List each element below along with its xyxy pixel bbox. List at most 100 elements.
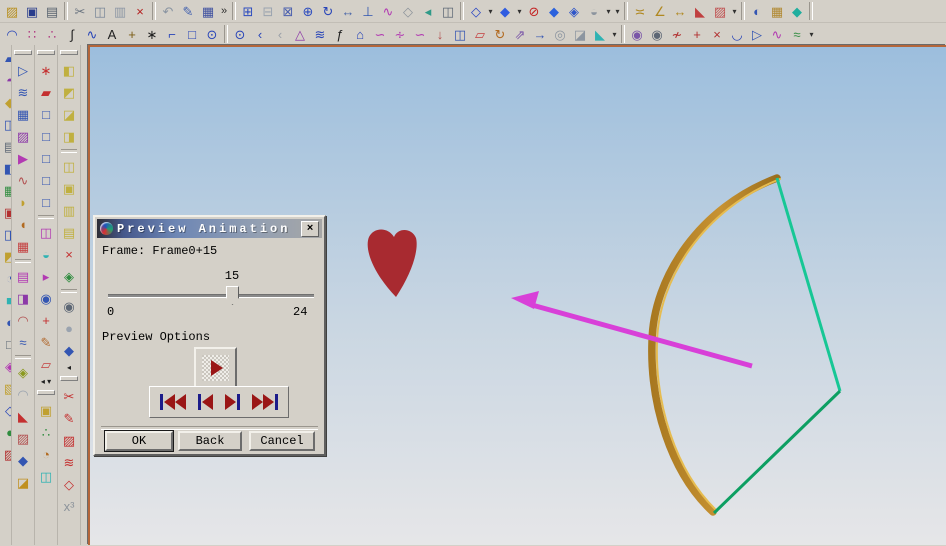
corner-sheet-icon[interactable]: ▷ — [747, 24, 767, 44]
spline-edit-icon[interactable]: ∿ — [767, 24, 787, 44]
dropdown-arrow-icon[interactable]: ▾ — [613, 1, 622, 21]
shaded-display-icon[interactable]: ◆ — [544, 1, 564, 21]
point-pair-icon[interactable]: ∷ — [22, 24, 42, 44]
solid-display-icon[interactable]: ◆ — [495, 1, 515, 21]
save-file-icon[interactable]: ▣ — [22, 1, 42, 21]
dock-mini-arrows[interactable]: ◂ — [67, 361, 71, 373]
red-hatch-icon[interactable]: ▨ — [59, 430, 79, 450]
surf-l-icon[interactable]: ■ — [0, 290, 12, 310]
toolbar-gripper[interactable] — [60, 50, 78, 55]
curve-edit-2-icon[interactable]: ∻ — [390, 24, 410, 44]
box-edit-icon[interactable]: ◧ — [59, 60, 79, 80]
surf-j-icon[interactable]: ◩ — [0, 246, 12, 266]
fold-gold-icon[interactable]: ◪ — [13, 472, 33, 492]
fit-points-icon[interactable]: ∿ — [82, 24, 102, 44]
surf-b-icon[interactable]: ◓ — [0, 70, 12, 90]
no-display-icon[interactable]: ⊘ — [524, 1, 544, 21]
cone-spiral-icon[interactable]: △ — [290, 24, 310, 44]
surf-o-icon[interactable]: ◈ — [0, 356, 12, 376]
dim-linear-icon[interactable]: ≍ — [630, 1, 650, 21]
box-gear-icon[interactable]: ◉ — [59, 296, 79, 316]
box-lock-icon[interactable]: ◫ — [59, 156, 79, 176]
split-curve-icon[interactable]: × — [707, 24, 727, 44]
tool-cross-icon[interactable]: + — [36, 310, 56, 330]
curve-edit-1-icon[interactable]: ∽ — [370, 24, 390, 44]
red-wave-icon[interactable]: ≋ — [59, 452, 79, 472]
toolbar-overflow-icon[interactable]: » — [218, 1, 230, 21]
circle-tool-icon[interactable]: ⊙ — [202, 24, 222, 44]
layer-surface-icon[interactable]: ▤ — [13, 266, 33, 286]
surf-c-icon[interactable]: ◆ — [0, 92, 12, 112]
go-start-button[interactable] — [159, 393, 187, 411]
rotate-view-icon[interactable]: ↻ — [318, 1, 338, 21]
surf-k-icon[interactable]: ◔ — [0, 268, 12, 288]
grid-surface-icon[interactable]: ▦ — [13, 236, 33, 256]
surf-q-icon[interactable]: ◇ — [0, 400, 12, 420]
surf-h-icon[interactable]: ▣ — [0, 202, 12, 222]
dropdown-arrow-icon[interactable]: ▾ — [486, 1, 495, 21]
dropdown-arrow-icon[interactable]: ▾ — [610, 24, 619, 44]
x-cubed-icon[interactable]: x³ — [59, 496, 79, 516]
wave-sheets-icon[interactable]: ≋ — [13, 82, 33, 102]
surf-m-icon[interactable]: ◐ — [0, 312, 12, 332]
sphere-render-icon[interactable]: ◐ — [747, 1, 767, 21]
fan-surface-icon[interactable]: ◠ — [13, 310, 33, 330]
sheet-swirl-icon[interactable]: ◎ — [550, 24, 570, 44]
sheet-table-icon[interactable]: ▦ — [767, 1, 787, 21]
combine-sheet-icon[interactable]: ◫ — [450, 24, 470, 44]
delete-icon[interactable]: × — [130, 1, 150, 21]
box-arrow-icon[interactable]: ◪ — [59, 104, 79, 124]
sheet-1-icon[interactable]: □ — [36, 104, 56, 124]
dim-horizontal-icon[interactable]: ↔ — [670, 1, 690, 21]
save-window-icon[interactable]: ◫ — [438, 1, 458, 21]
formula-curve-icon[interactable]: ƒ — [330, 24, 350, 44]
surf-a-icon[interactable]: ▰ — [0, 48, 12, 68]
helix-tool-icon[interactable]: ≋ — [310, 24, 330, 44]
open-book-icon[interactable]: ◫ — [36, 222, 56, 242]
dim-hatch-icon[interactable]: ▨ — [710, 1, 730, 21]
surf-s-icon[interactable]: ▨ — [0, 444, 12, 464]
sheet-cutout-icon[interactable]: ◪ — [570, 24, 590, 44]
frame-slider-thumb[interactable] — [226, 286, 239, 305]
frame-slider-track[interactable] — [108, 294, 314, 298]
cut-icon[interactable]: ✂ — [70, 1, 90, 21]
dim-triangle-icon[interactable]: ◣ — [690, 1, 710, 21]
surf-n-icon[interactable]: □ — [0, 334, 12, 354]
mesh-surface-icon[interactable]: ▦ — [13, 104, 33, 124]
loft-surface-icon[interactable]: ◖ — [13, 214, 33, 234]
dock-mini-arrows[interactable]: ◂ ▾ — [41, 375, 51, 387]
spline-tool-icon[interactable]: ∫ — [62, 24, 82, 44]
close-icon[interactable]: × — [301, 221, 319, 237]
arc-three-point-icon[interactable]: ‹ — [250, 24, 270, 44]
toolbar-gripper[interactable] — [37, 390, 55, 395]
net-surface-icon[interactable]: ▨ — [13, 126, 33, 146]
surf-e-icon[interactable]: ▤ — [0, 136, 12, 156]
gray-ball-icon[interactable]: ● — [59, 318, 79, 338]
sweep-curve-icon[interactable]: ∿ — [13, 170, 33, 190]
print-icon[interactable]: ▤ — [42, 1, 62, 21]
rotate-curve-icon[interactable]: ↻ — [490, 24, 510, 44]
copy-icon[interactable]: ◫ — [90, 1, 110, 21]
surf-p-icon[interactable]: ▧ — [0, 378, 12, 398]
box-pin-icon[interactable]: ▥ — [59, 200, 79, 220]
go-end-button[interactable] — [251, 393, 279, 411]
sheet-2-icon[interactable]: □ — [36, 126, 56, 146]
cluster-icon[interactable]: ∴ — [36, 422, 56, 442]
text-tool-icon[interactable]: A — [102, 24, 122, 44]
box-cut-icon[interactable]: ◩ — [59, 82, 79, 102]
sheet-3-icon[interactable]: □ — [36, 148, 56, 168]
play-button[interactable] — [194, 347, 237, 389]
shield-surface-icon[interactable]: ◆ — [13, 450, 33, 470]
red-diamond-icon[interactable]: ◇ — [59, 474, 79, 494]
profile-tool-icon[interactable]: ⌂ — [350, 24, 370, 44]
red-cut-icon[interactable]: ✂ — [59, 386, 79, 406]
fold-sheet-icon[interactable]: ▷ — [13, 60, 33, 80]
dropdown-arrow-icon[interactable]: ▾ — [604, 1, 613, 21]
zoom-in-icon[interactable]: ⊕ — [298, 1, 318, 21]
triangle-face-icon[interactable]: ◣ — [590, 24, 610, 44]
next-frame-button[interactable] — [224, 393, 241, 411]
back-button[interactable]: Back — [178, 431, 242, 451]
view-surface-icon[interactable]: ◉ — [36, 288, 56, 308]
shade-face-icon[interactable]: ◇ — [398, 1, 418, 21]
surf-f-icon[interactable]: ◧ — [0, 158, 12, 178]
